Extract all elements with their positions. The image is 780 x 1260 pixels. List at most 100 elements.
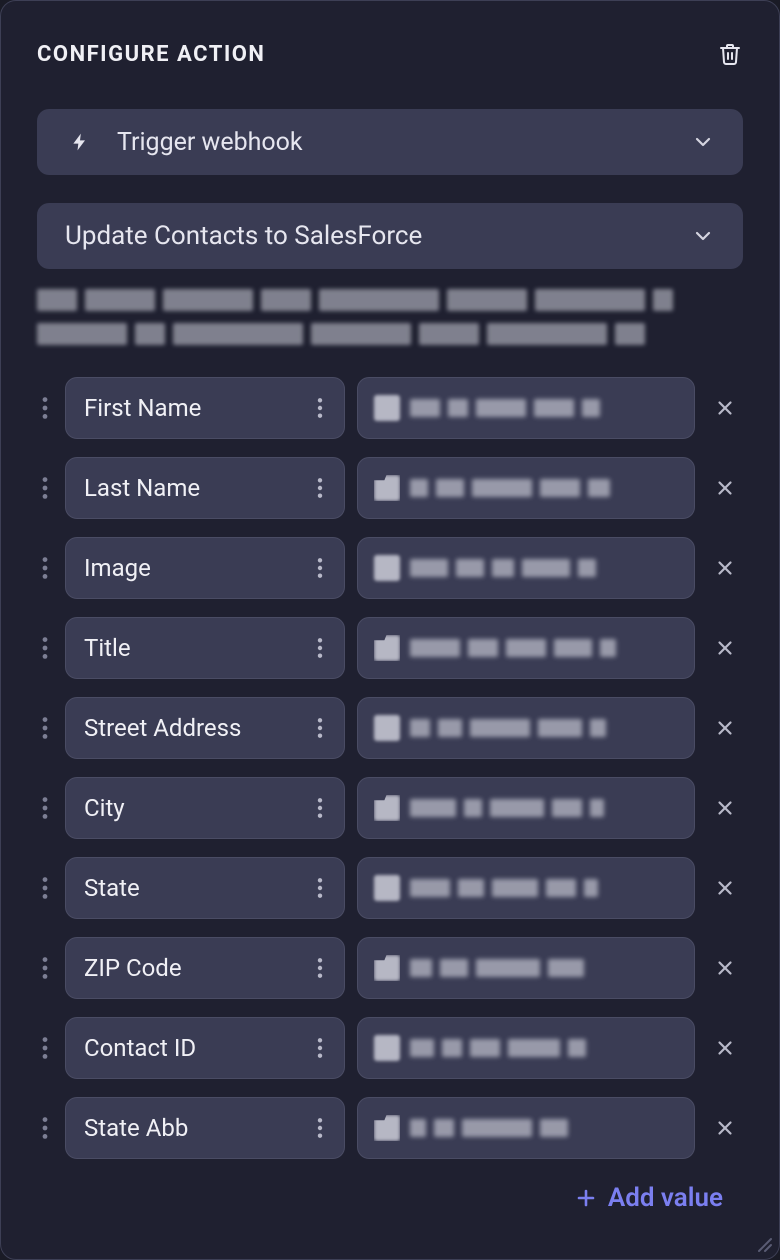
field-more-button[interactable] <box>310 557 330 579</box>
close-icon <box>714 397 736 419</box>
add-value-button[interactable]: Add value <box>37 1183 743 1213</box>
field-more-button[interactable] <box>310 637 330 659</box>
value-blurred <box>410 799 678 817</box>
remove-row-button[interactable] <box>707 637 743 659</box>
field-key-chip[interactable]: Contact ID <box>65 1017 345 1079</box>
field-key-chip[interactable]: ZIP Code <box>65 937 345 999</box>
remove-row-button[interactable] <box>707 957 743 979</box>
field-key-chip[interactable]: Last Name <box>65 457 345 519</box>
field-more-button[interactable] <box>310 1117 330 1139</box>
field-value-chip[interactable] <box>357 537 695 599</box>
remove-row-button[interactable] <box>707 477 743 499</box>
drag-handle[interactable] <box>37 1036 53 1060</box>
field-key-label: City <box>84 794 310 822</box>
more-vertical-icon <box>316 957 324 979</box>
action-target-select[interactable]: Update Contacts to SalesForce <box>37 203 743 269</box>
remove-row-button[interactable] <box>707 717 743 739</box>
value-blurred <box>410 719 678 737</box>
value-blurred <box>410 1039 678 1057</box>
panel-title: CONFIGURE ACTION <box>37 42 265 67</box>
field-value-chip[interactable] <box>357 1097 695 1159</box>
remove-row-button[interactable] <box>707 877 743 899</box>
more-vertical-icon <box>316 1037 324 1059</box>
field-more-button[interactable] <box>310 397 330 419</box>
mapping-row: Image <box>37 537 743 599</box>
remove-row-button[interactable] <box>707 1037 743 1059</box>
field-key-chip[interactable]: State Abb <box>65 1097 345 1159</box>
field-more-button[interactable] <box>310 877 330 899</box>
field-key-chip[interactable]: City <box>65 777 345 839</box>
field-value-chip[interactable] <box>357 697 695 759</box>
more-vertical-icon <box>316 797 324 819</box>
mapping-row: Contact ID <box>37 1017 743 1079</box>
mapping-row: Title <box>37 617 743 679</box>
value-type-icon <box>374 1035 400 1061</box>
value-type-icon <box>374 875 400 901</box>
delete-action-button[interactable] <box>717 41 743 67</box>
field-value-chip[interactable] <box>357 377 695 439</box>
remove-row-button[interactable] <box>707 557 743 579</box>
panel-header: CONFIGURE ACTION <box>37 41 743 67</box>
value-blurred <box>410 479 678 497</box>
value-type-icon <box>374 395 400 421</box>
close-icon <box>714 717 736 739</box>
value-blurred <box>410 639 678 657</box>
field-more-button[interactable] <box>310 717 330 739</box>
field-value-chip[interactable] <box>357 937 695 999</box>
drag-handle[interactable] <box>37 956 53 980</box>
drag-handle[interactable] <box>37 876 53 900</box>
value-blurred <box>410 559 678 577</box>
field-more-button[interactable] <box>310 1037 330 1059</box>
drag-handle[interactable] <box>37 556 53 580</box>
close-icon <box>714 1117 736 1139</box>
chevron-down-icon <box>691 130 715 154</box>
field-key-chip[interactable]: Image <box>65 537 345 599</box>
field-key-chip[interactable]: Street Address <box>65 697 345 759</box>
description-text-blurred <box>37 289 743 351</box>
drag-dots-icon <box>40 796 50 820</box>
resize-handle[interactable] <box>755 1235 773 1253</box>
field-key-chip[interactable]: First Name <box>65 377 345 439</box>
remove-row-button[interactable] <box>707 797 743 819</box>
mapping-row: ZIP Code <box>37 937 743 999</box>
field-key-chip[interactable]: Title <box>65 617 345 679</box>
field-more-button[interactable] <box>310 797 330 819</box>
field-value-chip[interactable] <box>357 777 695 839</box>
drag-handle[interactable] <box>37 476 53 500</box>
mapping-row: State Abb <box>37 1097 743 1159</box>
drag-handle[interactable] <box>37 716 53 740</box>
close-icon <box>714 957 736 979</box>
mapping-row: First Name <box>37 377 743 439</box>
value-blurred <box>410 959 678 977</box>
field-value-chip[interactable] <box>357 1017 695 1079</box>
field-more-button[interactable] <box>310 957 330 979</box>
close-icon <box>714 477 736 499</box>
drag-handle[interactable] <box>37 396 53 420</box>
drag-handle[interactable] <box>37 796 53 820</box>
drag-dots-icon <box>40 476 50 500</box>
drag-handle[interactable] <box>37 1116 53 1140</box>
field-key-label: Contact ID <box>84 1034 310 1062</box>
value-type-icon <box>374 955 400 981</box>
trigger-select-label: Trigger webhook <box>117 128 691 157</box>
trigger-select[interactable]: Trigger webhook <box>37 109 743 175</box>
drag-dots-icon <box>40 956 50 980</box>
more-vertical-icon <box>316 477 324 499</box>
field-value-chip[interactable] <box>357 617 695 679</box>
field-value-chip[interactable] <box>357 457 695 519</box>
more-vertical-icon <box>316 877 324 899</box>
field-more-button[interactable] <box>310 477 330 499</box>
value-type-icon <box>374 555 400 581</box>
trash-icon <box>718 41 742 67</box>
close-icon <box>714 877 736 899</box>
value-blurred <box>410 399 678 417</box>
field-value-chip[interactable] <box>357 857 695 919</box>
mapping-row: Street Address <box>37 697 743 759</box>
action-target-label: Update Contacts to SalesForce <box>65 221 691 251</box>
more-vertical-icon <box>316 717 324 739</box>
remove-row-button[interactable] <box>707 397 743 419</box>
field-key-label: Image <box>84 554 310 582</box>
field-key-chip[interactable]: State <box>65 857 345 919</box>
remove-row-button[interactable] <box>707 1117 743 1139</box>
drag-handle[interactable] <box>37 636 53 660</box>
